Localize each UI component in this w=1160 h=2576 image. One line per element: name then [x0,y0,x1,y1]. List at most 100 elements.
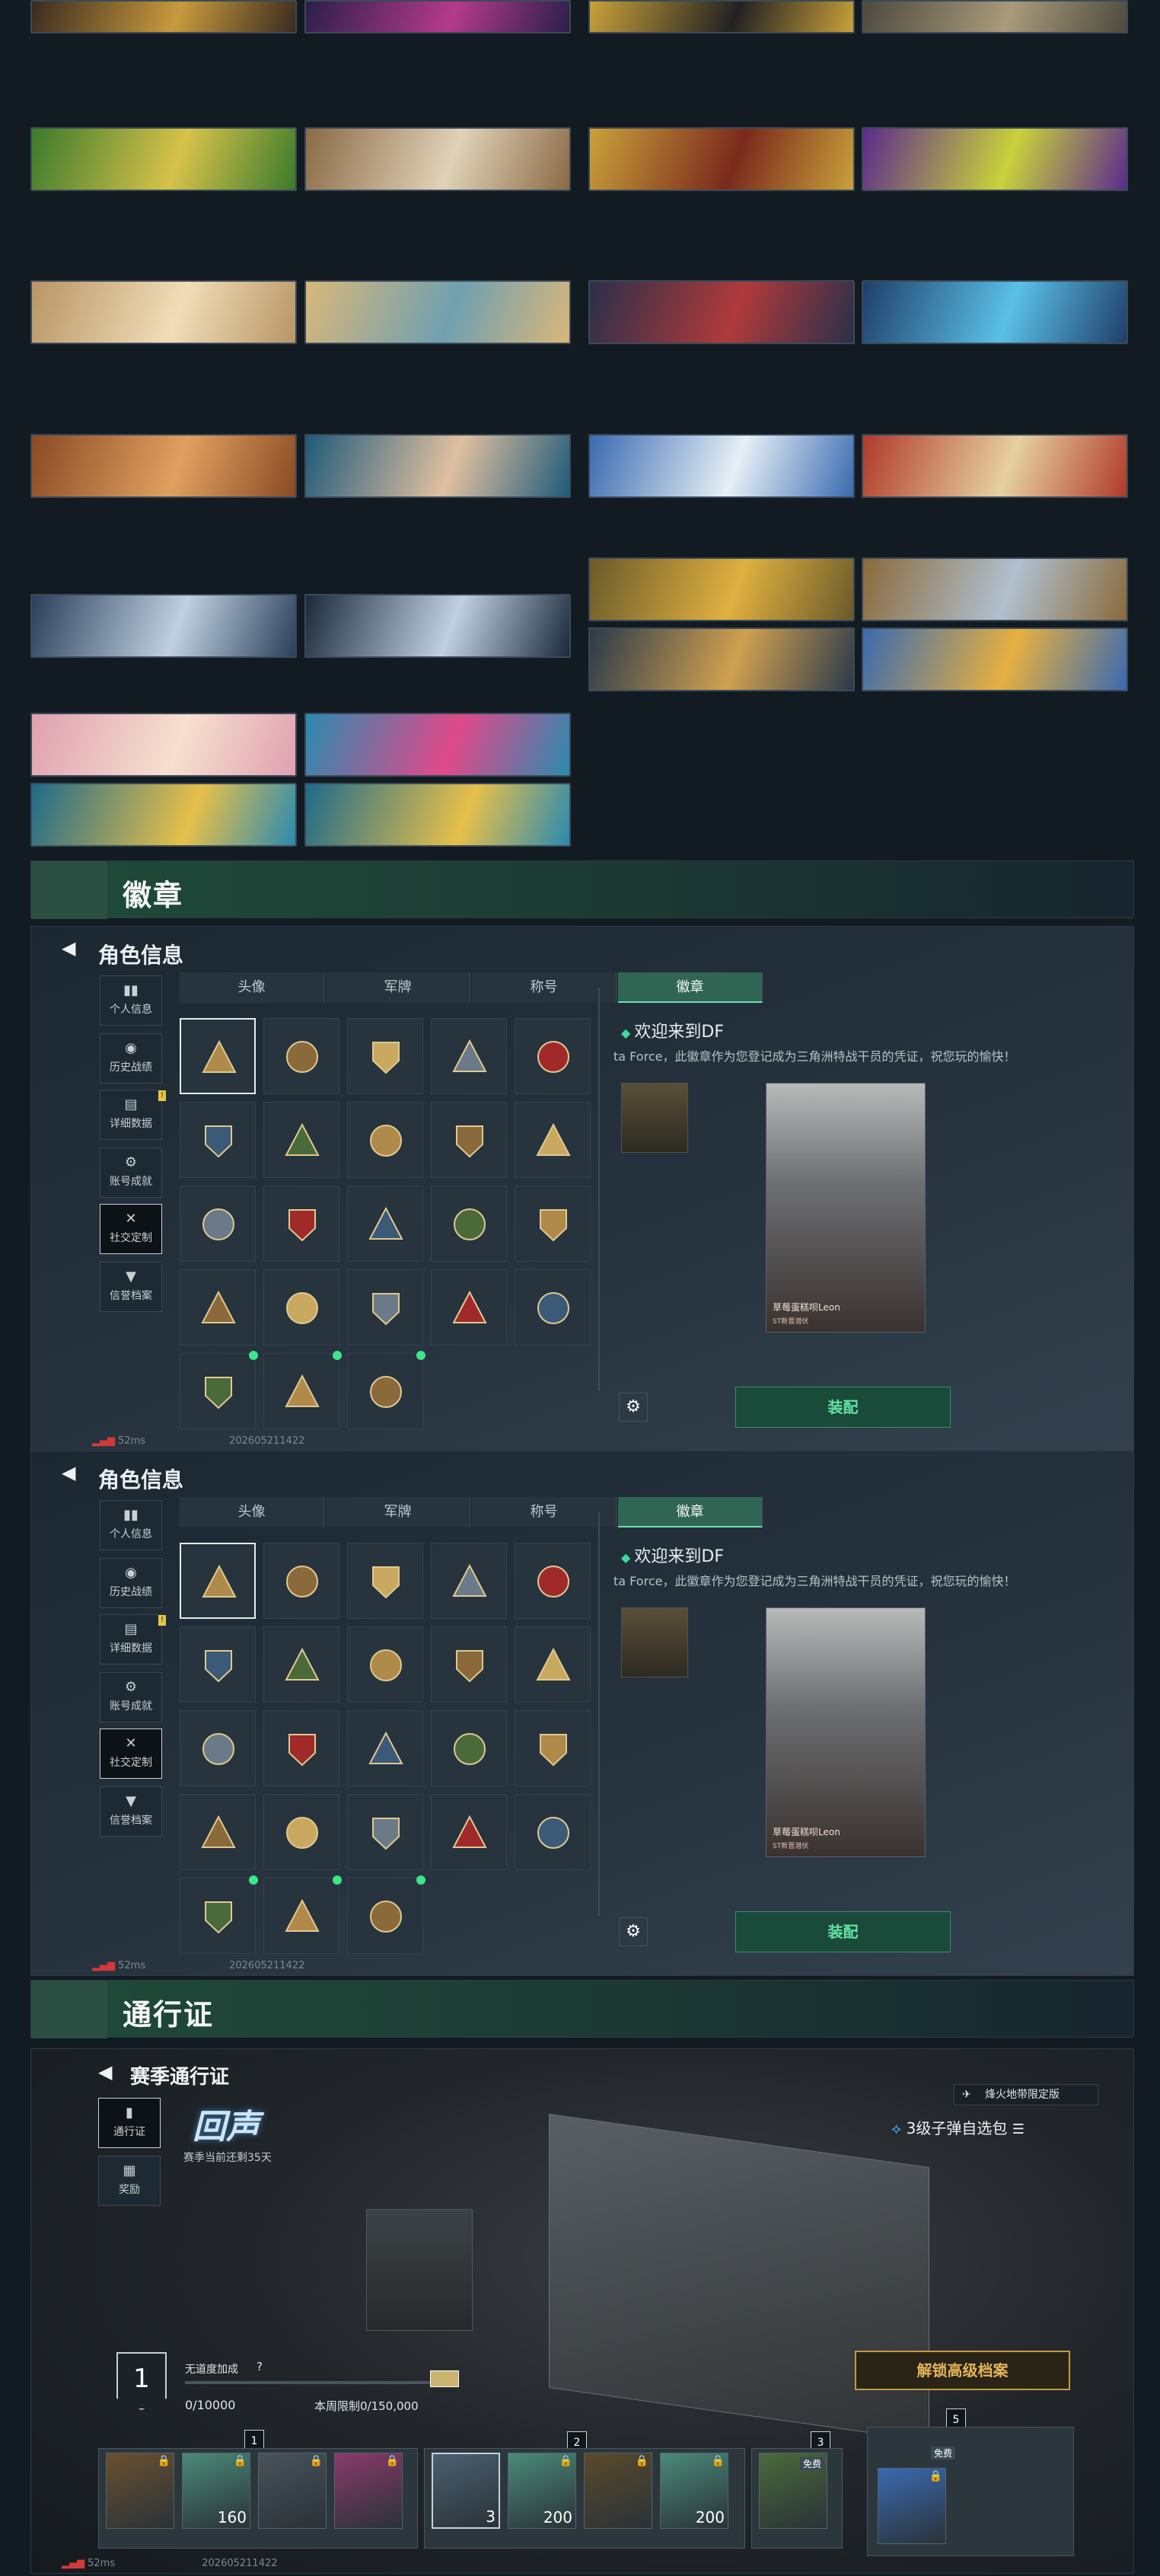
badge-slot[interactable] [515,1710,591,1786]
badge-slot[interactable] [263,1186,339,1262]
tab-badge[interactable]: 徽章 [618,972,763,1003]
tab-avatar[interactable]: 头像 [180,972,324,1003]
badge-slot[interactable] [431,1186,507,1262]
nav-social[interactable]: ✕ 社交定制 [100,1204,162,1254]
nav-history[interactable]: ◉ 历史战绩 [100,1033,162,1084]
badge-slot[interactable] [347,1710,423,1786]
reward-item[interactable]: 🔒 [106,2453,174,2529]
reward-item[interactable]: 🔒 200 [508,2453,576,2529]
badge-slot[interactable] [263,1018,339,1094]
badge-slot[interactable] [263,1794,339,1870]
badge-slot[interactable] [431,1710,507,1786]
nav-detail-data[interactable]: ▤ 详细数据! [100,1090,166,1140]
badge-slot[interactable] [515,1794,591,1870]
tab-title[interactable]: 称号 [472,972,617,1003]
badge-slot[interactable] [347,1269,423,1345]
tab-dogtag[interactable]: 军牌 [326,972,470,1003]
badge-slot[interactable] [180,1102,256,1178]
banner-card[interactable] [588,627,855,691]
badge-slot[interactable] [180,1794,256,1870]
banner-card[interactable] [304,434,571,498]
equip-button[interactable]: 装配 [735,1387,951,1428]
banner-card[interactable] [588,127,855,191]
badge-slot[interactable] [180,1543,256,1619]
banner-card[interactable] [30,783,297,847]
badge-slot[interactable] [180,1269,256,1345]
tab-dogtag[interactable]: 军牌 [326,1497,470,1527]
badge-slot[interactable] [515,1102,591,1178]
banner-card[interactable] [304,127,571,191]
badge-slot[interactable] [180,1710,256,1786]
badge-slot[interactable] [347,1794,423,1870]
banner-card[interactable] [588,0,855,34]
nav-detail-data[interactable]: ▤ 详细数据! [100,1614,166,1665]
badge-slot[interactable] [347,1351,425,1429]
nav-rewards[interactable]: ▦ 奖励 [98,2156,161,2206]
badge-slot[interactable] [347,1186,423,1262]
banner-card[interactable] [30,434,297,498]
badge-slot[interactable] [347,1543,423,1619]
back-chevron-icon[interactable]: ◀ [98,2061,112,2083]
tab-badge[interactable]: 徽章 [618,1497,763,1527]
back-chevron-icon[interactable]: ◀ [62,937,75,959]
banner-card[interactable] [588,557,855,621]
badge-slot[interactable] [431,1543,507,1619]
badge-slot[interactable] [263,1543,339,1619]
nav-achievements[interactable]: ⚙ 账号成就 [100,1672,162,1722]
banner-card[interactable] [30,280,297,344]
banner-card[interactable] [30,0,297,34]
banner-card[interactable] [30,713,297,777]
badge-slot[interactable] [515,1543,591,1619]
banner-card[interactable] [304,0,571,34]
back-chevron-icon[interactable]: ◀ [62,1462,75,1483]
banner-card[interactable] [862,434,1128,498]
nav-personal-info[interactable]: ▮▮ 个人信息 [100,1500,162,1550]
gear-icon[interactable]: ⚙ [619,1917,648,1946]
badge-slot[interactable] [431,1102,507,1178]
badge-slot[interactable] [180,1351,258,1429]
badge-slot[interactable] [180,1018,256,1094]
badge-slot[interactable] [431,1018,507,1094]
reward-item[interactable]: 🔒 [258,2453,327,2529]
banner-card[interactable] [862,557,1128,621]
nav-pass[interactable]: ▮ 通行证 [98,2098,161,2148]
banner-card[interactable] [304,713,571,777]
badge-slot[interactable] [263,1351,342,1429]
reward-item[interactable]: 🔒 200 [660,2453,728,2529]
reward-item[interactable]: 🔒 [584,2453,652,2529]
badge-slot[interactable] [263,1269,339,1345]
badge-slot[interactable] [347,1102,423,1178]
badge-slot[interactable] [347,1018,423,1094]
badge-slot[interactable] [515,1626,591,1703]
list-icon[interactable]: ☰ [1012,2121,1025,2137]
badge-slot[interactable] [431,1269,507,1345]
banner-card[interactable] [588,434,855,498]
banner-card[interactable] [862,0,1128,34]
nav-credit[interactable]: ▼ 信誉档案 [100,1262,162,1312]
badge-slot[interactable] [515,1186,591,1262]
badge-slot[interactable] [515,1018,591,1094]
badge-slot[interactable] [180,1186,256,1262]
banner-card[interactable] [862,627,1128,691]
banner-card[interactable] [588,280,855,344]
featured-pack[interactable]: ⟡ 3级子弹自选包 ☰ [891,2113,1112,2143]
banner-card[interactable] [304,594,571,658]
tab-avatar[interactable]: 头像 [180,1497,324,1527]
nav-personal-info[interactable]: ▮▮ 个人信息 [100,975,162,1026]
reward-item[interactable]: 3 [432,2453,500,2529]
banner-card[interactable] [862,127,1128,191]
unlock-premium-button[interactable]: 解锁高级档案 [855,2351,1070,2390]
badge-slot[interactable] [515,1269,591,1345]
badge-slot[interactable] [431,1626,507,1703]
badge-slot[interactable] [347,1626,423,1703]
badge-slot[interactable] [347,1875,425,1954]
reward-item[interactable]: 🔒 [334,2453,403,2529]
reward-item[interactable]: 🔒 160 [182,2453,250,2529]
nav-achievements[interactable]: ⚙ 账号成就 [100,1148,162,1198]
gear-icon[interactable]: ⚙ [619,1393,648,1422]
banner-card[interactable] [862,280,1128,344]
banner-card[interactable] [30,127,297,191]
equip-button[interactable]: 装配 [735,1911,951,1952]
reward-item[interactable]: 🔒 [878,2468,946,2544]
banner-card[interactable] [30,594,297,658]
